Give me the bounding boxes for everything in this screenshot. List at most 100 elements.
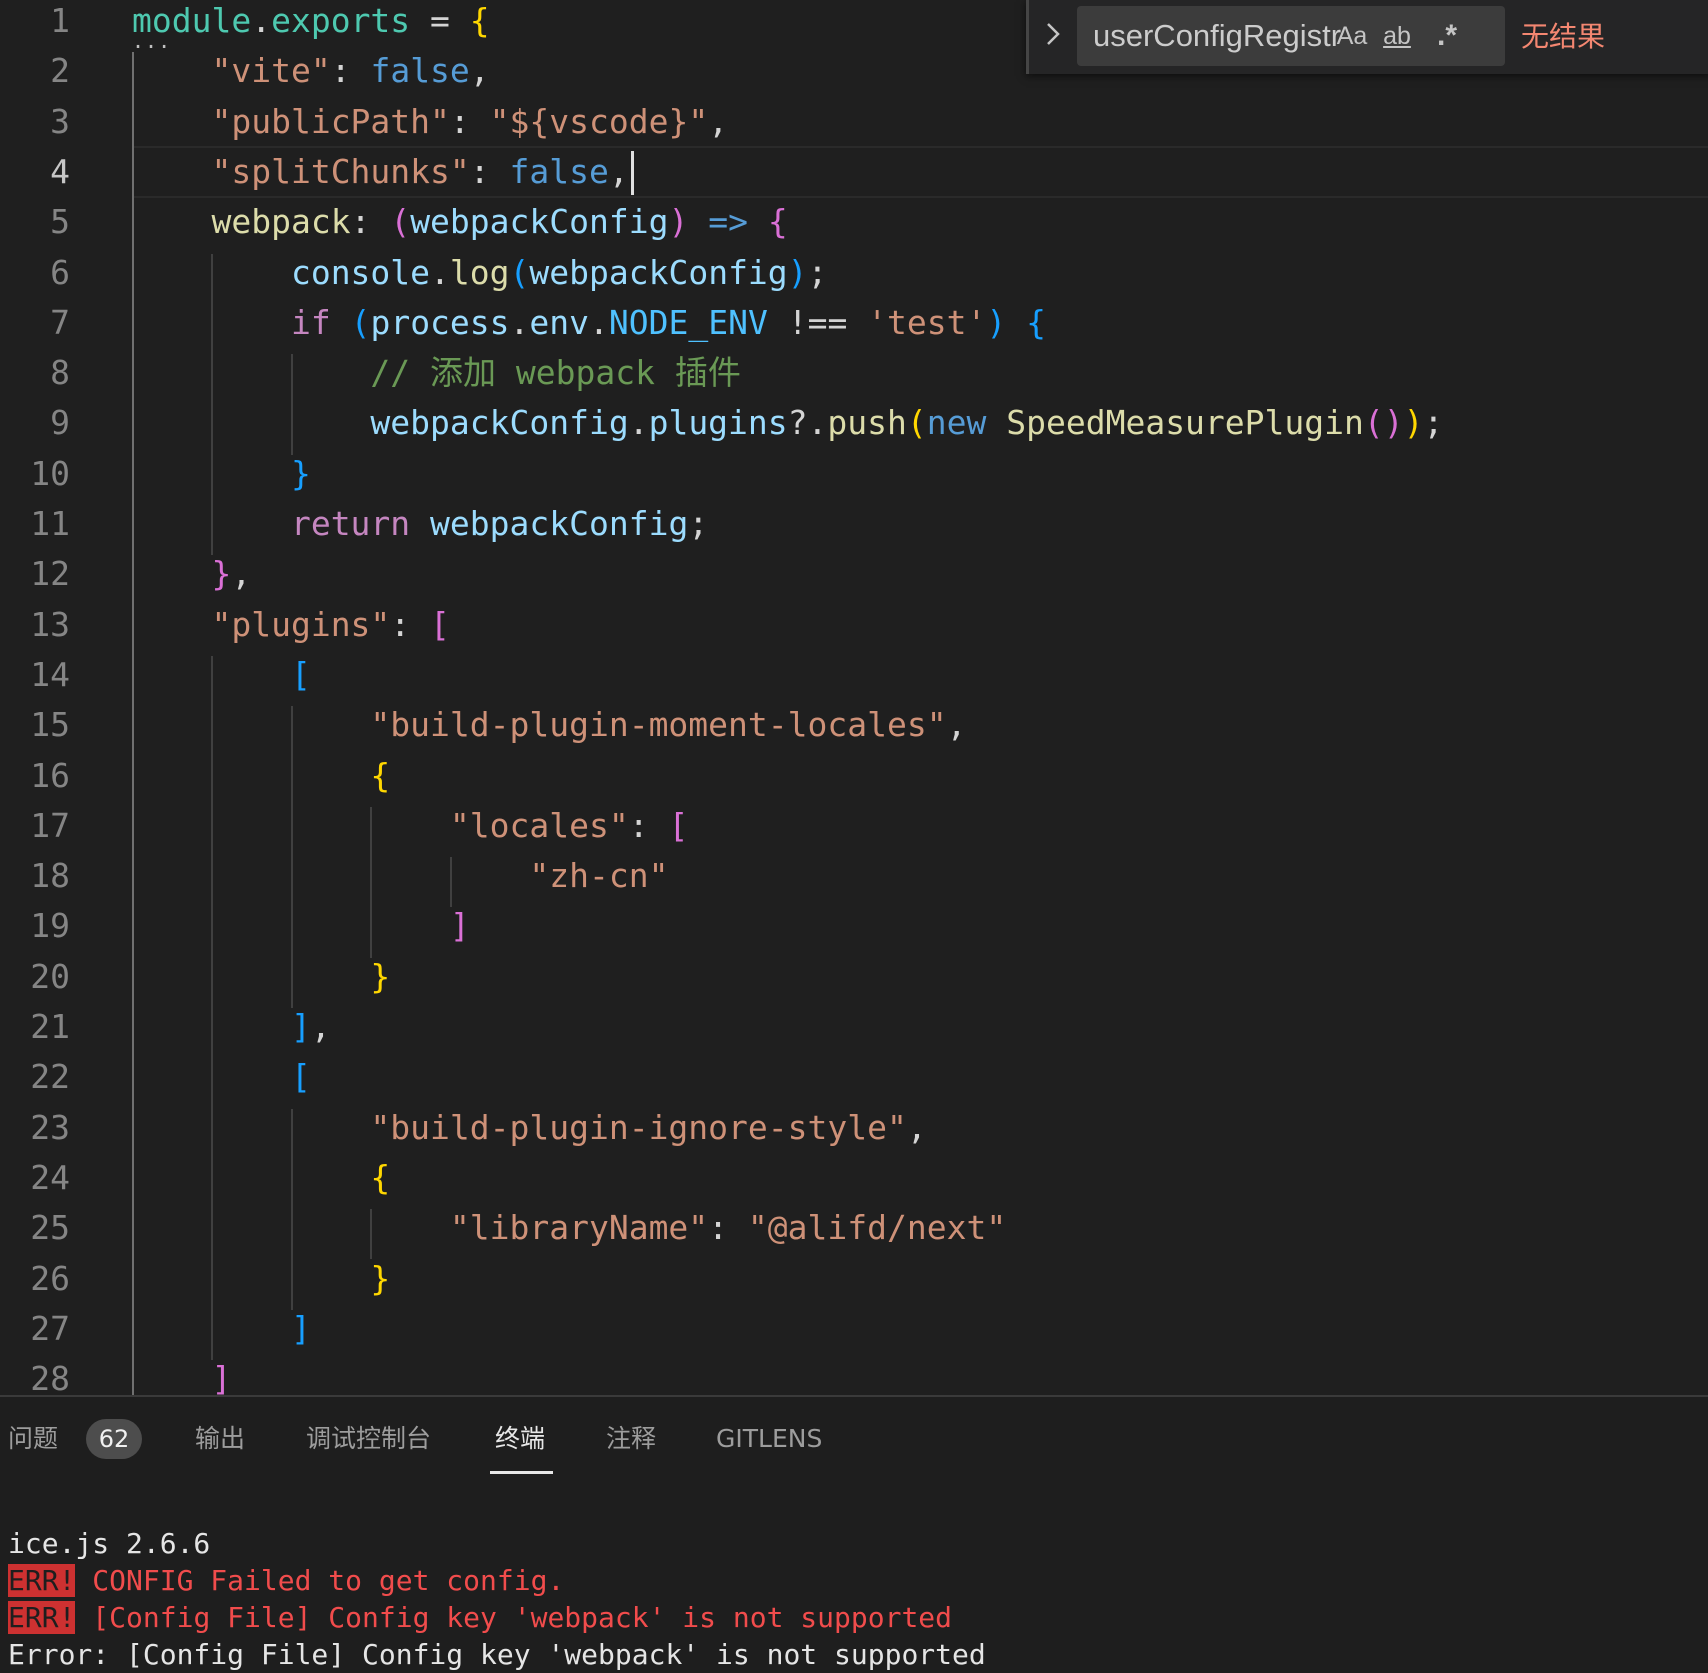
code-line: "libraryName": "@alifd/next" bbox=[132, 1203, 1006, 1253]
line-number: 15 bbox=[30, 705, 70, 745]
code-token: } bbox=[211, 554, 232, 594]
code-line: { bbox=[132, 1153, 390, 1203]
match-case-button[interactable]: Aa bbox=[1335, 16, 1369, 56]
code-token: ) bbox=[787, 252, 808, 292]
code-token: "publicPath" bbox=[211, 101, 450, 141]
line-number: 19 bbox=[30, 906, 70, 946]
chevron-right-icon[interactable] bbox=[1043, 18, 1067, 54]
text-cursor bbox=[630, 150, 634, 195]
line-number: 5 bbox=[50, 202, 70, 242]
code-token: { bbox=[1026, 302, 1047, 342]
code-token: webpackConfig bbox=[370, 403, 629, 443]
code-token: { bbox=[370, 755, 391, 795]
code-token: [ bbox=[290, 1057, 311, 1097]
code-token: ( bbox=[390, 202, 411, 242]
code-token: false bbox=[509, 151, 609, 191]
code-token: if bbox=[290, 302, 331, 342]
code-token: : bbox=[350, 202, 391, 242]
line-number: 7 bbox=[50, 302, 70, 342]
code-line: module.exports = { bbox=[132, 0, 490, 46]
code-token: : bbox=[390, 604, 431, 644]
tab-gitlens[interactable]: GITLENS bbox=[716, 1421, 822, 1457]
code-token: console bbox=[290, 252, 431, 292]
code-token: , bbox=[608, 151, 629, 191]
code-token: "vite" bbox=[211, 51, 331, 91]
find-input-box: Aa ab .* bbox=[1077, 6, 1505, 66]
code-token: { bbox=[767, 202, 788, 242]
error-tag: ERR! bbox=[8, 1564, 76, 1597]
code-token: { bbox=[370, 1157, 391, 1197]
terminal-line: ERR! CONFIG Failed to get config. bbox=[8, 1562, 564, 1599]
line-number: 26 bbox=[30, 1258, 70, 1298]
find-input[interactable] bbox=[1093, 18, 1349, 54]
code-token: NODE_ENV bbox=[608, 302, 768, 342]
code-token: , bbox=[946, 705, 967, 745]
code-token: ( bbox=[350, 302, 371, 342]
code-token: ; bbox=[688, 504, 709, 543]
line-number: 4 bbox=[50, 151, 70, 191]
code-token: "splitChunks" bbox=[211, 151, 470, 191]
code-line: console.log(webpackConfig); bbox=[132, 248, 827, 298]
code-editor[interactable]: 1 2 3 4 5 6 7 8 9 10 11 12 13 14 15 16 17 18 19 20 21 22 23 24 2… bbox=[0, 0, 1708, 1395]
line-number: 1 bbox=[50, 1, 70, 40]
code-token: push bbox=[827, 403, 907, 443]
tab-output[interactable]: 输出 bbox=[195, 1421, 245, 1457]
code-line: if (process.env.NODE_ENV !== 'test') { bbox=[132, 298, 1046, 348]
line-number: 8 bbox=[50, 353, 70, 393]
code-token: new bbox=[926, 403, 987, 443]
code-line: "vite": false, bbox=[132, 46, 489, 96]
find-widget[interactable]: Aa ab .* 无结果 bbox=[1026, 0, 1708, 74]
line-number: 18 bbox=[30, 856, 70, 896]
code-token: // 添加 webpack 插件 bbox=[370, 353, 741, 393]
tab-comments[interactable]: 注释 bbox=[606, 1421, 656, 1457]
line-number: 24 bbox=[30, 1157, 70, 1197]
line-number: 12 bbox=[30, 554, 70, 594]
tab-problems[interactable]: 问题 bbox=[8, 1421, 58, 1457]
code-line: webpack: (webpackConfig) => { bbox=[132, 197, 788, 247]
code-line: ] bbox=[132, 901, 470, 951]
code-token: "zh-cn" bbox=[529, 856, 669, 896]
error-tag: ERR! bbox=[8, 1601, 76, 1634]
code-line: "build-plugin-moment-locales", bbox=[132, 700, 966, 750]
tab-debug-console[interactable]: 调试控制台 bbox=[306, 1421, 431, 1457]
fold-indicator[interactable]: ... bbox=[132, 31, 171, 51]
code-line: } bbox=[132, 449, 311, 499]
code-token: "plugins" bbox=[211, 604, 391, 644]
code-token: , bbox=[310, 1007, 331, 1046]
line-number: 22 bbox=[30, 1057, 70, 1097]
terminal-line: ERR! [Config File] Config key 'webpack' … bbox=[8, 1599, 952, 1636]
code-token: webpackConfig bbox=[430, 504, 689, 543]
code-token: webpack bbox=[211, 202, 351, 242]
code-token: : bbox=[449, 101, 490, 141]
code-token: ; bbox=[807, 252, 828, 292]
regex-button[interactable]: .* bbox=[1427, 16, 1467, 56]
line-number: 21 bbox=[30, 1007, 70, 1046]
error-message: [Config File] Config key 'webpack' is no… bbox=[75, 1601, 953, 1634]
line-number: 9 bbox=[50, 403, 70, 443]
code-token: "@alifd/next" bbox=[747, 1208, 1007, 1248]
tab-terminal[interactable]: 终端 bbox=[495, 1421, 545, 1457]
code-line: [ bbox=[132, 650, 311, 700]
whole-word-button[interactable]: ab bbox=[1377, 16, 1417, 56]
code-token: SpeedMeasurePlugin bbox=[1006, 403, 1364, 443]
code-line: "plugins": [ bbox=[132, 600, 449, 650]
code-token: ] bbox=[449, 906, 470, 946]
code-token: , bbox=[708, 101, 729, 141]
line-number: 2 bbox=[50, 51, 70, 91]
code-token: . bbox=[430, 252, 450, 292]
code-token: exports bbox=[271, 1, 411, 40]
code-token: : bbox=[469, 151, 510, 191]
